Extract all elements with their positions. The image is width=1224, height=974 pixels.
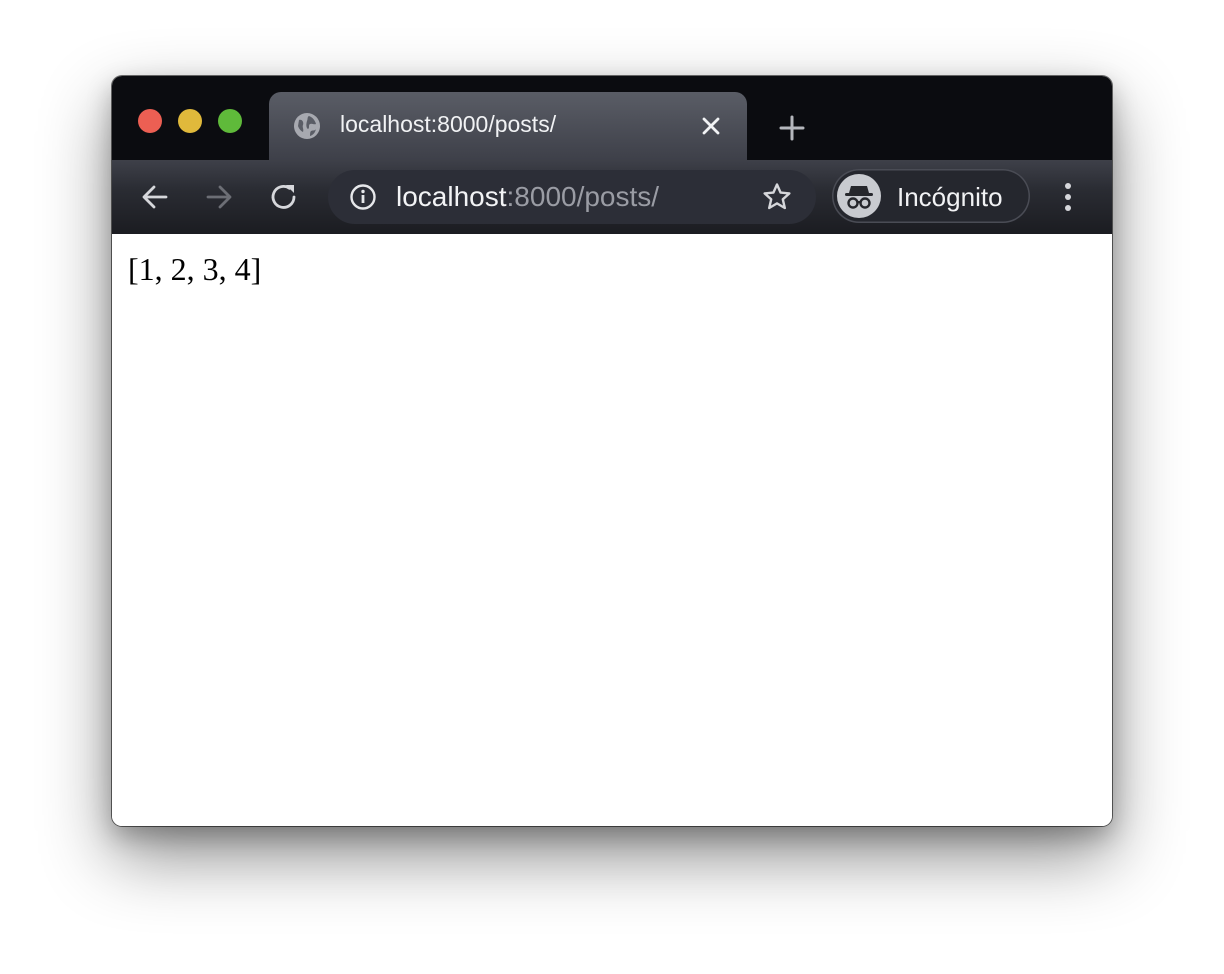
tab-title: localhost:8000/posts/ (340, 111, 557, 137)
incognito-profile-button[interactable]: Incógnito (832, 169, 1030, 223)
json-response-text: [1, 2, 3, 4] (128, 251, 262, 287)
incognito-icon (845, 186, 873, 209)
kebab-menu-icon[interactable] (1058, 180, 1078, 214)
address-path: :8000/posts/ (506, 181, 660, 212)
window-zoom-button[interactable] (218, 109, 242, 133)
forward-arrow-icon[interactable] (202, 180, 236, 214)
star-icon[interactable] (761, 181, 793, 213)
globe-icon (294, 113, 320, 139)
back-arrow-icon[interactable] (138, 180, 172, 214)
close-tab-icon[interactable] (697, 112, 725, 140)
address-host: localhost (396, 181, 507, 212)
new-tab-button[interactable] (775, 111, 809, 145)
reload-icon[interactable] (267, 180, 301, 214)
incognito-avatar (837, 174, 881, 218)
info-icon[interactable] (349, 183, 377, 211)
window-minimize-button[interactable] (178, 109, 202, 133)
address-text[interactable]: localhost:8000/posts/ (396, 181, 659, 213)
window-close-button[interactable] (138, 109, 162, 133)
tab-strip: localhost:8000/posts/ (112, 76, 1112, 160)
profile-label: Incógnito (897, 182, 1003, 212)
tab-active[interactable]: localhost:8000/posts/ (269, 92, 747, 160)
browser-window: localhost:8000/posts/ localhost:8000/pos… (112, 76, 1112, 826)
page-content: [1, 2, 3, 4] (112, 234, 1112, 826)
browser-toolbar: localhost:8000/posts/ Incógnito (112, 160, 1112, 234)
address-bar[interactable]: localhost:8000/posts/ (328, 170, 816, 224)
